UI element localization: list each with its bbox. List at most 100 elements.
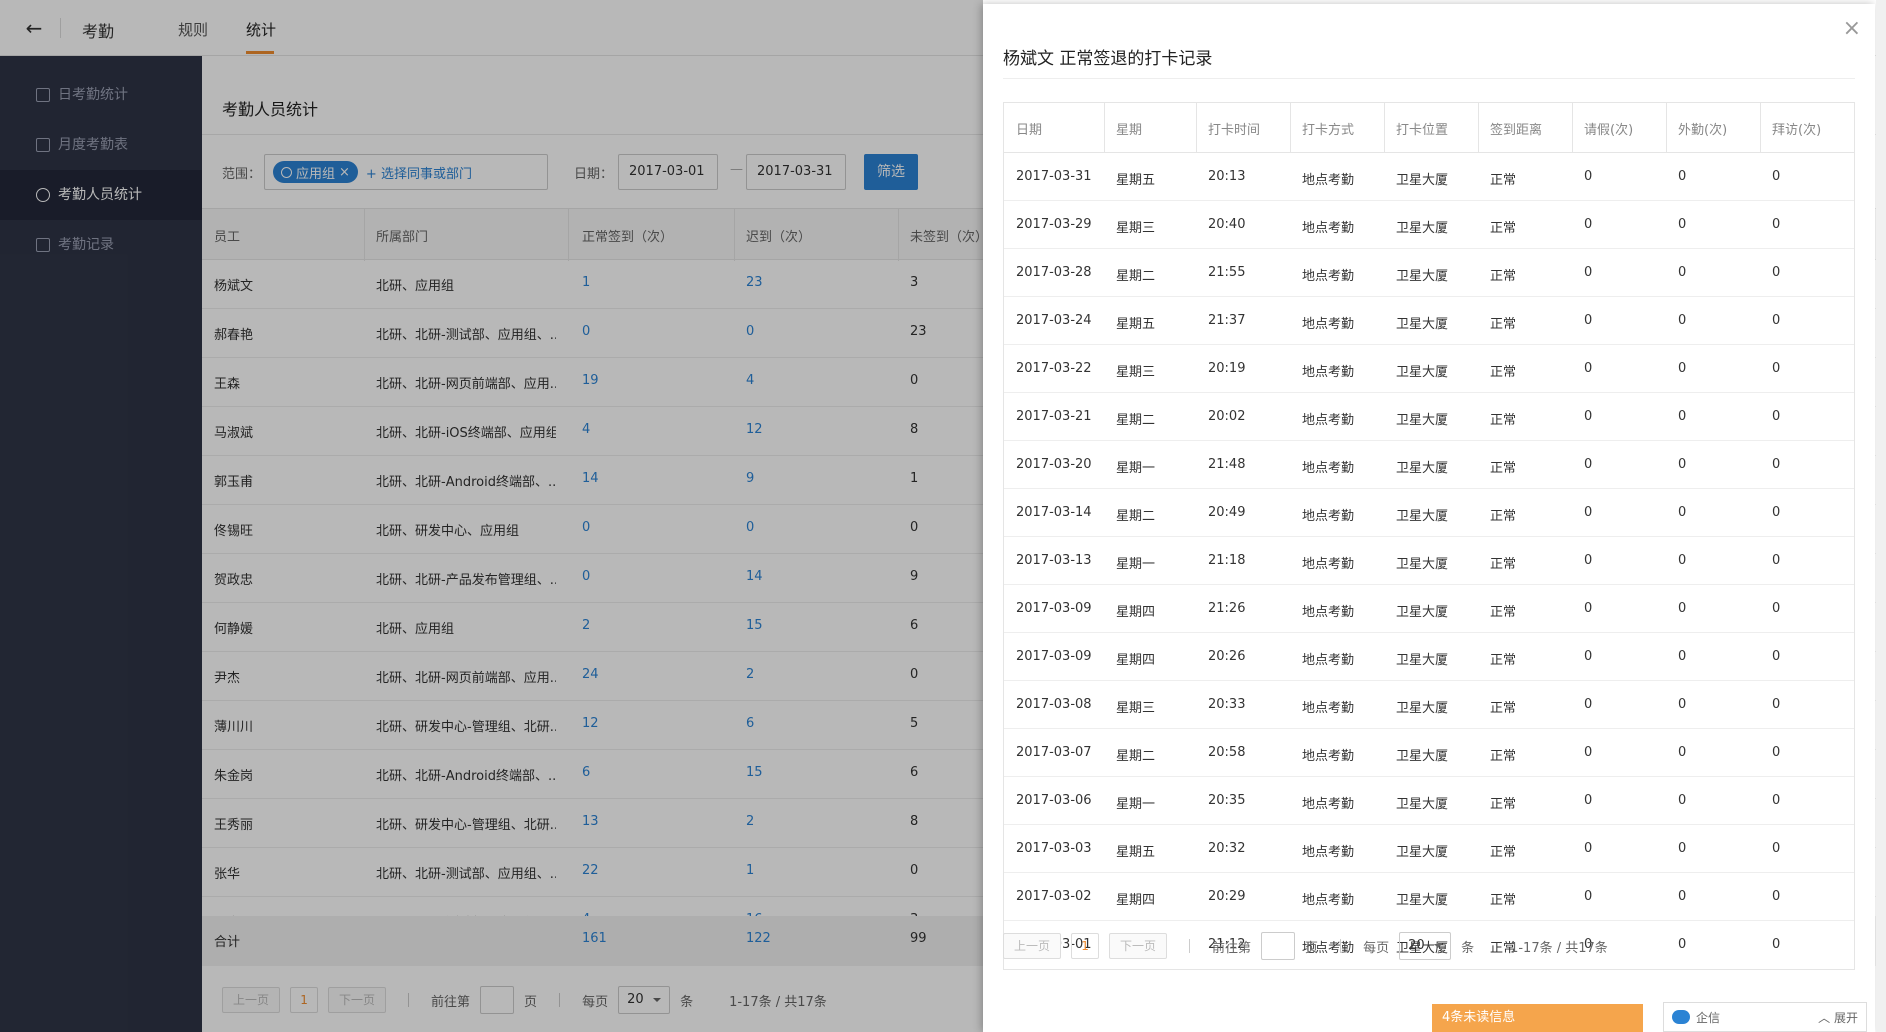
table-cell: 21:26	[1208, 601, 1246, 616]
column-header: 签到距离	[1490, 123, 1543, 138]
table-cell: 地点考勤	[1302, 173, 1355, 188]
table-cell: 正常	[1490, 221, 1517, 236]
table-cell: 20:33	[1208, 697, 1246, 712]
table-row: 2017-03-08 星期三 20:33 地点考勤 卫星大厦 正常 0 0 0	[1004, 681, 1854, 729]
table-cell: 星期一	[1116, 461, 1156, 476]
table-cell: 正常	[1490, 797, 1517, 812]
table-cell: 正常	[1490, 413, 1517, 428]
table-cell: 2017-03-28	[1016, 265, 1092, 280]
table-cell: 20:32	[1208, 841, 1246, 856]
scrollbar[interactable]	[1876, 0, 1886, 1032]
table-cell: 0	[1584, 745, 1593, 760]
expand-link[interactable]: ︿ 展开	[1818, 1009, 1858, 1026]
table-cell: 0	[1772, 841, 1781, 856]
table-cell: 2017-03-02	[1016, 889, 1092, 904]
next-page-button[interactable]: 下一页	[1109, 933, 1168, 959]
table-cell: 2017-03-14	[1016, 505, 1092, 520]
page-summary: 1-17条 / 共17条	[1510, 940, 1608, 956]
table-row: 2017-03-02 星期四 20:29 地点考勤 卫星大厦 正常 0 0 0	[1004, 873, 1854, 921]
table-cell: 2017-03-22	[1016, 361, 1092, 376]
record-table-body: 2017-03-31 星期五 20:13 地点考勤 卫星大厦 正常 0 0 0 2017-03-2…	[1004, 153, 1854, 969]
table-cell: 2017-03-29	[1016, 217, 1092, 232]
table-cell: 0	[1584, 697, 1593, 712]
table-cell: 地点考勤	[1302, 845, 1355, 860]
table-cell: 地点考勤	[1302, 269, 1355, 284]
table-cell: 星期二	[1116, 413, 1156, 428]
table-cell: 0	[1584, 649, 1593, 664]
table-cell: 正常	[1490, 317, 1517, 332]
table-cell: 卫星大厦	[1396, 509, 1449, 524]
table-cell: 21:18	[1208, 553, 1246, 568]
table-cell: 地点考勤	[1302, 653, 1355, 668]
table-row: 2017-03-31 星期五 20:13 地点考勤 卫星大厦 正常 0 0 0	[1004, 153, 1854, 201]
current-page[interactable]: 1	[1071, 933, 1100, 959]
table-cell: 20:58	[1208, 745, 1246, 760]
table-cell: 卫星大厦	[1396, 221, 1449, 236]
table-cell: 0	[1678, 889, 1687, 904]
table-cell: 20:26	[1208, 649, 1246, 664]
table-cell: 0	[1772, 745, 1781, 760]
table-cell: 0	[1678, 745, 1687, 760]
table-row: 2017-03-03 星期五 20:32 地点考勤 卫星大厦 正常 0 0 0	[1004, 825, 1854, 873]
chevron-up-icon: ︿	[1818, 1010, 1831, 1025]
table-cell: 0	[1678, 505, 1687, 520]
table-cell: 0	[1772, 505, 1781, 520]
chat-label: 企信	[1696, 1010, 1721, 1025]
table-cell: 21:48	[1208, 457, 1246, 472]
table-cell: 星期四	[1116, 605, 1156, 620]
table-row: 2017-03-09 星期四 20:26 地点考勤 卫星大厦 正常 0 0 0	[1004, 633, 1854, 681]
chat-bar[interactable]: 企信 ︿ 展开	[1663, 1002, 1867, 1032]
column-separator	[1572, 103, 1573, 153]
close-icon[interactable]: ×	[1843, 18, 1861, 40]
table-cell: 卫星大厦	[1396, 797, 1449, 812]
column-separator	[1760, 103, 1761, 153]
table-cell: 0	[1772, 265, 1781, 280]
table-cell: 卫星大厦	[1396, 893, 1449, 908]
table-cell: 0	[1584, 313, 1593, 328]
table-cell: 星期五	[1116, 845, 1156, 860]
table-cell: 地点考勤	[1302, 509, 1355, 524]
table-cell: 地点考勤	[1302, 557, 1355, 572]
record-table: 日期 星期 打卡时间 打卡方式 打卡位置 签到距离 请假(次) 外勤(次) 拜访(次) 2017…	[1003, 102, 1855, 970]
table-cell: 卫星大厦	[1396, 845, 1449, 860]
table-cell: 0	[1584, 217, 1593, 232]
table-cell: 卫星大厦	[1396, 605, 1449, 620]
table-cell: 0	[1678, 937, 1687, 952]
prev-page-button[interactable]: 上一页	[1003, 933, 1062, 959]
table-cell: 地点考勤	[1302, 605, 1355, 620]
drawer-title: 杨斌文 正常签退的打卡记录	[1003, 49, 1213, 69]
table-cell: 0	[1584, 457, 1593, 472]
table-cell: 正常	[1490, 173, 1517, 188]
table-cell: 2017-03-08	[1016, 697, 1092, 712]
expand-label: 展开	[1833, 1010, 1858, 1025]
page: ← 考勤 规则 统计 日考勤统计 月度考勤表 考勤人员统计 考勤记录 考勤人员统…	[0, 0, 1886, 1032]
table-cell: 0	[1584, 169, 1593, 184]
table-cell: 0	[1772, 217, 1781, 232]
column-header: 日期	[1016, 123, 1043, 138]
divider	[1189, 939, 1191, 953]
table-cell: 0	[1584, 265, 1593, 280]
table-cell: 0	[1678, 169, 1687, 184]
table-cell: 0	[1678, 265, 1687, 280]
table-cell: 0	[1772, 889, 1781, 904]
per-page-select[interactable]: 20	[1399, 932, 1452, 960]
table-cell: 2017-03-07	[1016, 745, 1092, 760]
column-header: 星期	[1116, 123, 1143, 138]
table-cell: 卫星大厦	[1396, 317, 1449, 332]
unread-toast[interactable]: 4条未读信息	[1432, 1004, 1643, 1032]
modal-overlay[interactable]	[0, 0, 983, 1032]
table-cell: 0	[1772, 553, 1781, 568]
table-cell: 20:35	[1208, 793, 1246, 808]
table-cell: 0	[1678, 697, 1687, 712]
goto-page-input[interactable]	[1261, 932, 1296, 960]
table-cell: 2017-03-31	[1016, 169, 1092, 184]
table-cell: 2017-03-03	[1016, 841, 1092, 856]
table-cell: 0	[1678, 649, 1687, 664]
table-row: 2017-03-21 星期二 20:02 地点考勤 卫星大厦 正常 0 0 0	[1004, 393, 1854, 441]
table-cell: 0	[1584, 601, 1593, 616]
table-cell: 地点考勤	[1302, 797, 1355, 812]
table-cell: 0	[1772, 697, 1781, 712]
table-cell: 2017-03-13	[1016, 553, 1092, 568]
table-cell: 2017-03-21	[1016, 409, 1092, 424]
column-separator	[1104, 103, 1105, 153]
